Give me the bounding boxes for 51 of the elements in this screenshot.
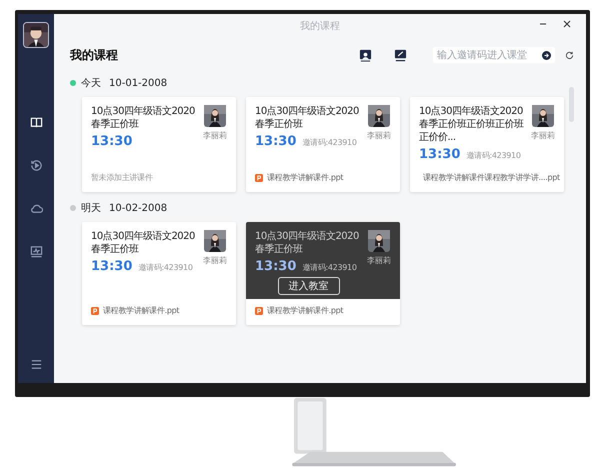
teacher-name: 李丽莉	[203, 130, 227, 141]
course-title: 10点30四年级语文2020春季正价班	[91, 105, 196, 131]
chart-icon[interactable]	[30, 245, 42, 258]
cloud-icon[interactable]	[30, 202, 42, 215]
refresh-icon[interactable]	[565, 50, 574, 60]
teacher-name: 李丽莉	[203, 255, 227, 266]
course-title: 10点30四年级语文2020春季正价班	[91, 230, 196, 256]
course-card[interactable]: 10点30四年级语文2020春季正价班 13:30 邀请码:423910 进入教室 李丽莉 课程教学讲解课件.ppt	[246, 222, 400, 325]
invite-code: 邀请码:423910	[138, 262, 193, 273]
invite-code: 邀请码:423910	[302, 137, 357, 148]
course-time: 13:30	[91, 259, 132, 274]
course-title: 10点30四年级语文2020春季正价班	[255, 230, 360, 256]
file-name: 课程教学讲解课件课程教学讲学讲....ppt	[423, 172, 560, 183]
invite-code-field[interactable]: 输入邀请码进入课堂	[433, 47, 555, 63]
course-time: 13:30	[255, 134, 296, 149]
course-time: 13:30	[91, 134, 132, 149]
course-title: 10点30四年级语文2020春季正价班正价班正价班正价价...	[419, 105, 525, 144]
empty-note: 暂未添加主讲课件	[91, 172, 153, 183]
replay-icon[interactable]	[30, 159, 42, 172]
teacher-name: 李丽莉	[367, 130, 391, 141]
day-label: 今天	[81, 77, 101, 90]
course-title: 10点30四年级语文2020春季正价班	[255, 105, 360, 131]
day-label: 明天	[81, 202, 101, 215]
file-name: 课程教学讲解课件.ppt	[267, 172, 344, 183]
ppt-file-icon	[255, 306, 263, 314]
classroom-icon[interactable]	[359, 48, 372, 62]
page-title: 我的课程	[70, 46, 119, 64]
teacher-name: 李丽莉	[367, 255, 391, 266]
date-label: 10-01-2008	[109, 78, 168, 88]
close-icon[interactable]	[562, 19, 572, 29]
file-name: 课程教学讲解课件.ppt	[267, 305, 344, 316]
invite-code: 邀请码:423910	[466, 150, 521, 161]
course-card[interactable]: 10点30四年级语文2020春季正价班正价班正价班正价价... 13:30 邀请码:423910 李丽莉 课程教学讲解课件课程教学讲学讲....ppt	[410, 97, 564, 192]
window-title: 我的课程	[300, 20, 340, 33]
arrow-right-icon[interactable]	[542, 50, 551, 60]
file-name: 课程教学讲解课件.ppt	[103, 305, 180, 316]
whiteboard-icon[interactable]	[394, 48, 407, 62]
invite-code: 邀请码:423910	[302, 262, 357, 273]
enter-classroom-button[interactable]: 进入教室	[278, 277, 340, 295]
ppt-file-icon	[91, 306, 99, 314]
book-icon[interactable]	[30, 116, 42, 129]
scrollbar-thumb[interactable]	[569, 87, 574, 122]
course-time: 13:30	[255, 259, 296, 274]
course-card[interactable]: 10点30四年级语文2020春季正价班 13:30 李丽莉 暂未添加主讲课件	[82, 97, 236, 192]
course-card[interactable]: 10点30四年级语文2020春季正价班 13:30 邀请码:423910 李丽莉 课程教学讲解课件.ppt	[82, 222, 236, 325]
teacher-name: 李丽莉	[531, 130, 555, 141]
date-label: 10-02-2008	[109, 202, 168, 214]
course-time: 13:30	[419, 147, 460, 162]
course-card[interactable]: 10点30四年级语文2020春季正价班 13:30 邀请码:423910 李丽莉 课程教学讲解课件.ppt	[246, 97, 400, 192]
ppt-file-icon	[255, 174, 263, 182]
menu-icon[interactable]	[30, 358, 42, 371]
